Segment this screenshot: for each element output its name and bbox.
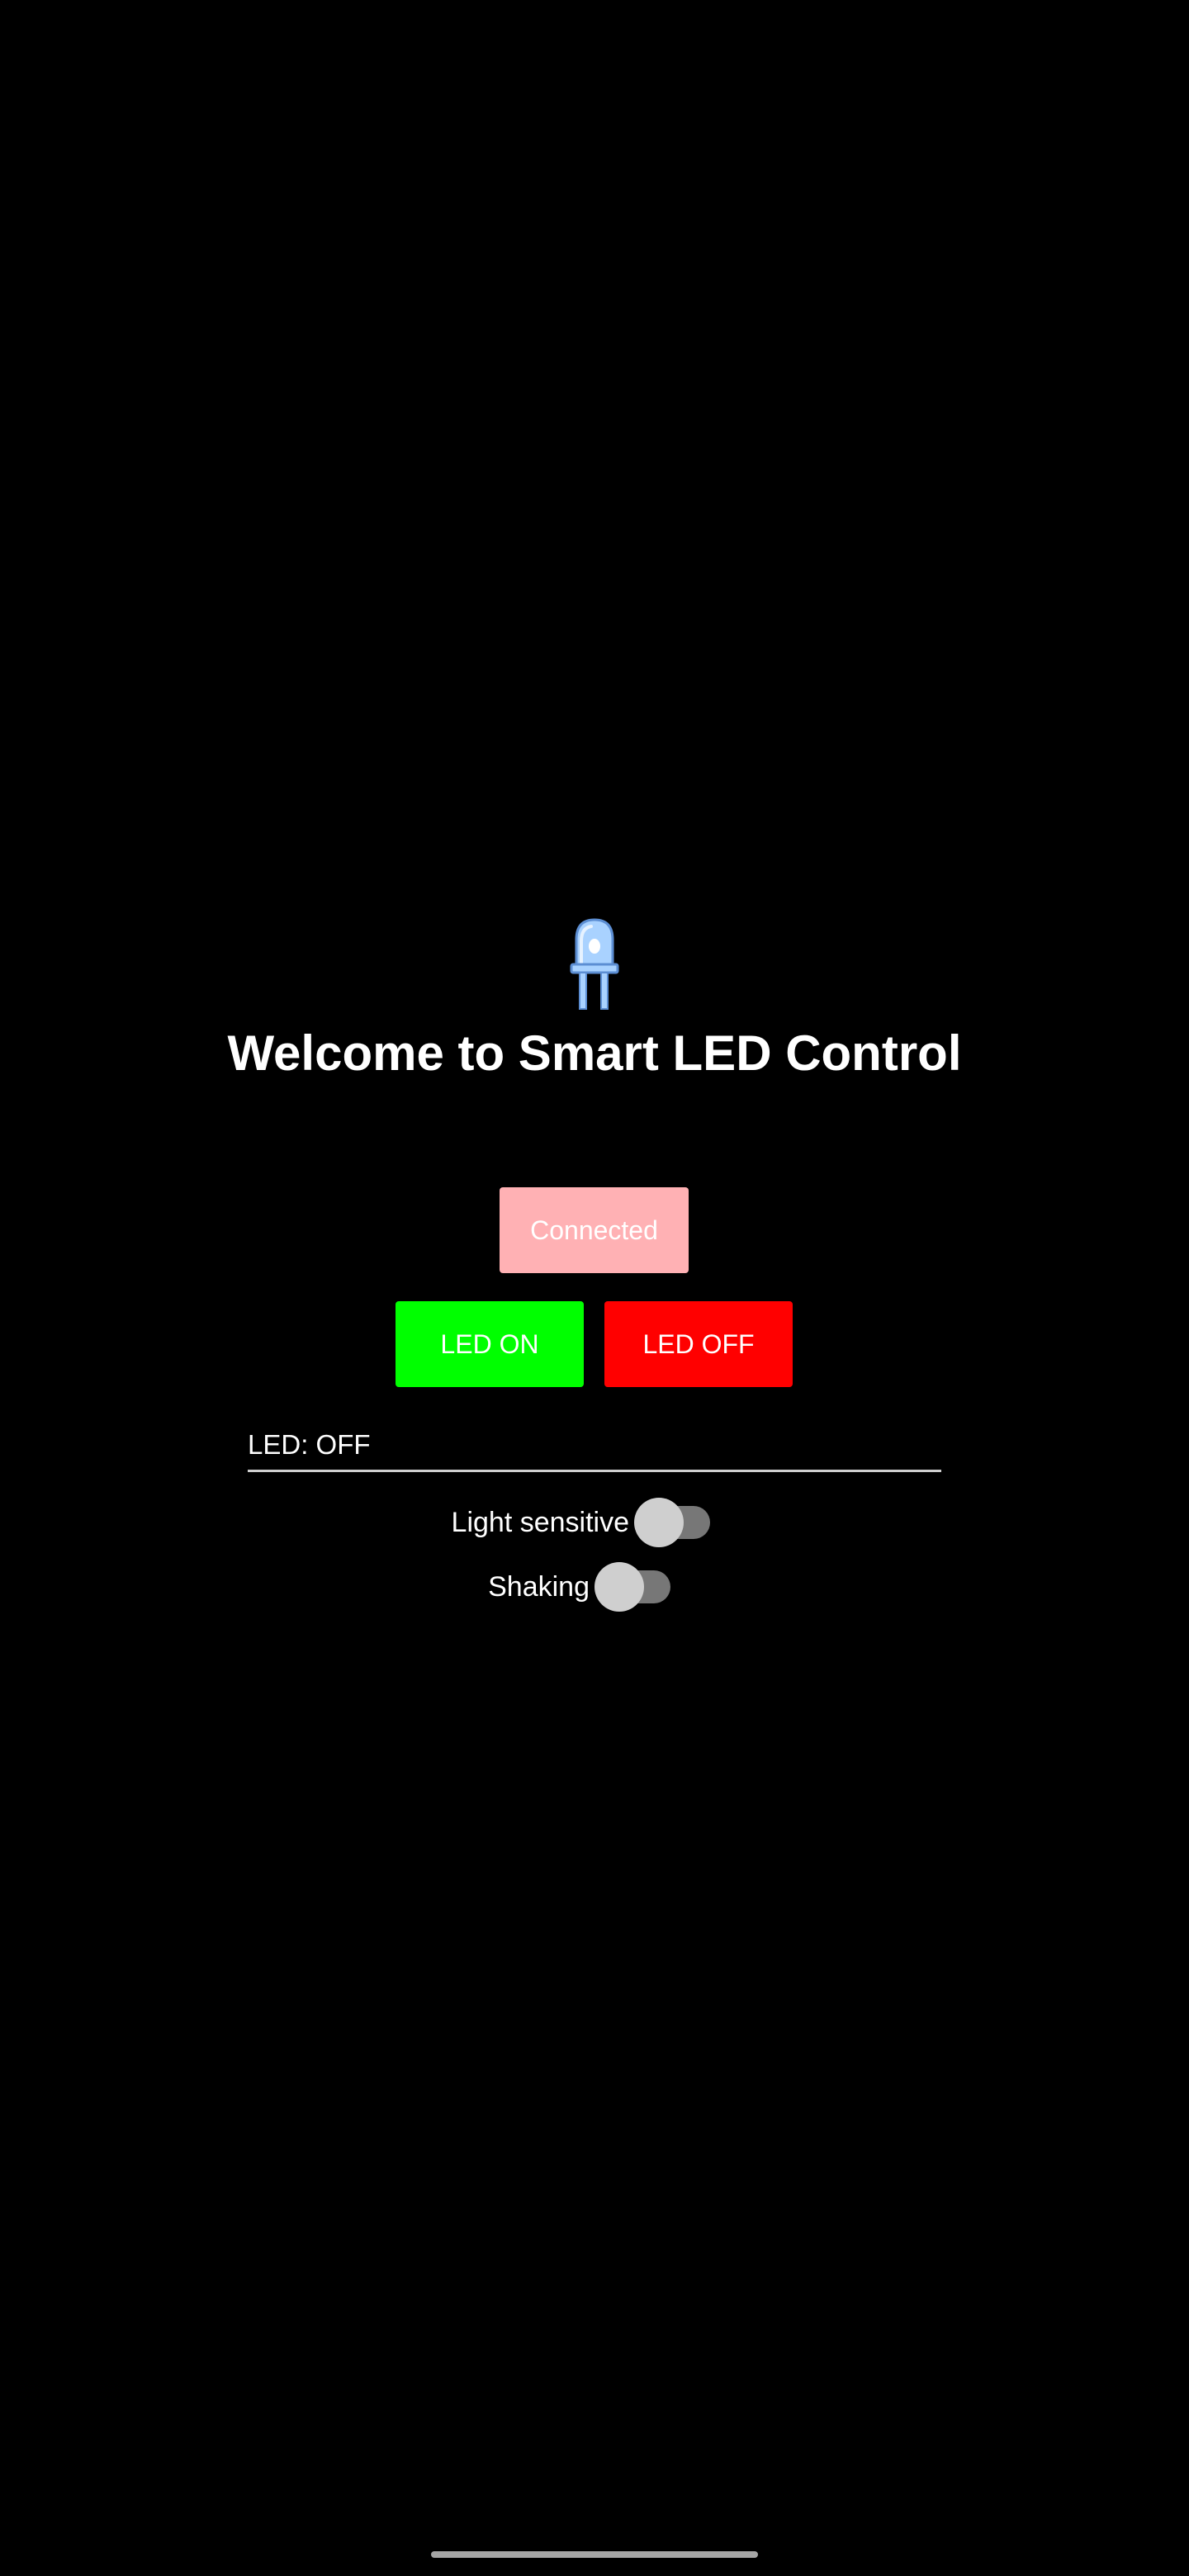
led-bulb-icon xyxy=(570,918,619,1010)
shaking-row: Shaking xyxy=(0,1560,1189,1613)
light-sensitive-switch-thumb[interactable] xyxy=(634,1498,684,1547)
page-title: Welcome to Smart LED Control xyxy=(227,1025,962,1081)
shaking-label: Shaking xyxy=(488,1571,590,1603)
light-sensitive-label: Light sensitive xyxy=(451,1507,629,1538)
led-status-text: LED: OFF xyxy=(248,1429,371,1460)
connection-status-label: Connected xyxy=(530,1215,658,1245)
led-on-label: LED ON xyxy=(440,1328,539,1359)
led-status-field: LED: OFF xyxy=(248,1425,941,1472)
connection-status-button[interactable]: Connected xyxy=(500,1187,689,1273)
led-on-button[interactable]: LED ON xyxy=(396,1301,584,1387)
shaking-switch-thumb[interactable] xyxy=(594,1562,644,1612)
led-off-label: LED OFF xyxy=(642,1328,755,1359)
home-indicator[interactable] xyxy=(431,2551,758,2558)
light-sensitive-row: Light sensitive xyxy=(0,1496,1189,1549)
led-off-button[interactable]: LED OFF xyxy=(604,1301,793,1387)
